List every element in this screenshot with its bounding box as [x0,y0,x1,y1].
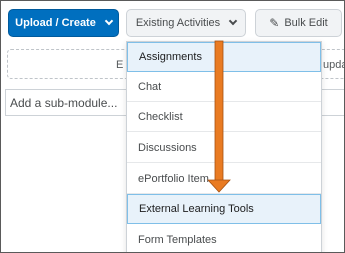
menu-item-label: External Learning Tools [139,203,254,215]
drop-zone-text-fragment: E [116,59,124,71]
bulk-edit-label: Bulk Edit [284,17,328,29]
chevron-down-icon [104,16,114,26]
menu-item-label: Checklist [138,110,183,123]
menu-item-label: Discussions [138,141,197,154]
drop-zone-text-fragment-right: updat [323,59,344,71]
menu-item-discussions[interactable]: Discussions [127,133,321,163]
menu-item-label: Chat [138,80,162,93]
menu-item-assignments[interactable]: Assignments [127,42,321,72]
existing-activities-button[interactable]: Existing Activities [126,9,246,37]
menu-item-eportfolio-item[interactable]: ePortfolio Item [127,164,321,194]
bulk-edit-button[interactable]: ✎ Bulk Edit [255,9,342,37]
menu-item-label: ePortfolio Item [138,172,209,185]
menu-item-external-learning-tools[interactable]: External Learning Tools [127,194,321,224]
existing-activities-menu: Assignments Chat Checklist Discussions e… [126,41,322,252]
menu-item-label: Form Templates [138,233,217,246]
menu-item-checklist[interactable]: Checklist [127,102,321,132]
upload-create-label: Upload / Create [15,17,96,29]
menu-item-form-templates[interactable]: Form Templates [127,225,321,252]
existing-activities-label: Existing Activities [135,17,221,29]
upload-create-button[interactable]: Upload / Create [8,9,119,37]
screenshot-frame: E updat Upload / Create Existing Activit… [0,0,345,253]
menu-item-chat[interactable]: Chat [127,72,321,102]
pencil-icon: ✎ [269,16,280,30]
chevron-down-icon [228,16,238,26]
menu-item-label: Assignments [139,51,202,63]
